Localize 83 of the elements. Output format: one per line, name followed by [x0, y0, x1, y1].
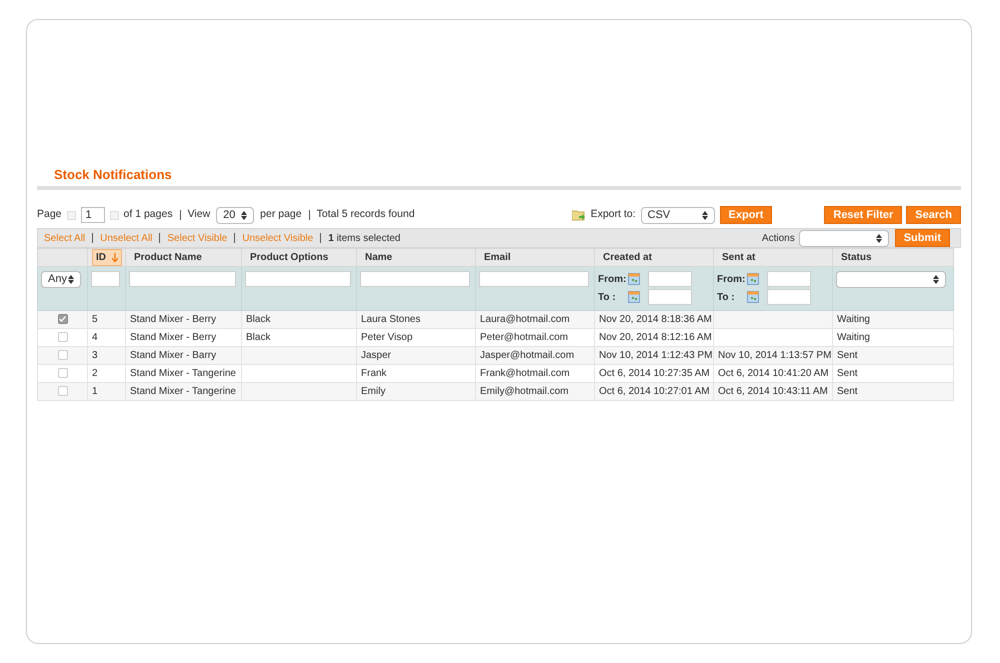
page-input[interactable]: 1 [80, 207, 105, 223]
table-cell: Jasper [361, 350, 392, 361]
filter-input[interactable] [91, 271, 120, 287]
table-row[interactable]: 1 Stand Mixer - Tangerine Emily Emily@hotmail.com Oct 6, 2014 10:27:01 AM Oct 6, 2014 10:43:11 AM Sent [38, 382, 954, 400]
date-filter-label: From: [717, 272, 746, 286]
table-cell: Black [246, 332, 270, 343]
table-row[interactable]: 2 Stand Mixer - Tangerine Frank Frank@hotmail.com Oct 6, 2014 10:27:35 AM Oct 6, 2014 10:41:20 AM Sent [38, 364, 954, 382]
date-filter-label: From: [598, 272, 628, 286]
column-header[interactable]: ID [92, 249, 122, 266]
status-select[interactable] [836, 271, 946, 288]
table-cell: Oct 6, 2014 10:43:11 AM [718, 386, 828, 397]
pager-label: Page [37, 207, 62, 222]
table-cell: Laura@hotmail.com [480, 314, 570, 325]
table-cell: Emily@hotmail.com [480, 386, 569, 397]
table-cell: Peter@hotmail.com [480, 332, 568, 343]
table-cell: Nov 20, 2014 8:18:36 AM [599, 314, 712, 325]
filter-input[interactable] [360, 271, 470, 287]
check-icon [59, 316, 66, 322]
row-checkbox[interactable] [58, 368, 68, 378]
selected-count: 1 items selected [328, 232, 400, 246]
table-cell: Nov 10, 2014 1:13:57 PM [718, 350, 832, 361]
table-cell: Waiting [837, 332, 870, 343]
view-label: View [188, 207, 210, 222]
calendar-icon[interactable] [628, 273, 640, 285]
date-filter-label: To : [717, 290, 736, 304]
table-cell: Laura Stones [361, 314, 420, 325]
table-cell: Frank@hotmail.com [480, 368, 570, 379]
row-checkbox[interactable] [58, 332, 68, 342]
filter-input[interactable] [648, 271, 692, 287]
pager-text: of 1 pages [124, 207, 173, 222]
actions-label: Actions [762, 232, 795, 246]
table-cell: Stand Mixer - Tangerine [130, 386, 236, 397]
calendar-icon[interactable] [747, 273, 759, 285]
table-row[interactable]: 4 Stand Mixer - Berry Black Peter Visop Peter@hotmail.com Nov 20, 2014 8:12:16 AM Waiting [38, 328, 954, 346]
table-cell: Nov 10, 2014 1:12:43 PM [599, 350, 712, 361]
table-row[interactable]: 5 Stand Mixer - Berry Black Laura Stones Laura@hotmail.com Nov 20, 2014 8:18:36 AM Waiting [38, 310, 954, 328]
previous-page-icon[interactable] [66, 210, 76, 220]
table-cell: Frank [361, 368, 387, 379]
table-cell: Sent [837, 386, 858, 397]
folder-icon [572, 209, 586, 221]
table-cell: Stand Mixer - Berry [130, 314, 216, 325]
table-row[interactable]: 3 Stand Mixer - Barry Jasper Jasper@hotmail.com Nov 10, 2014 1:12:43 PM Nov 10, 2014 1:13:57 PM Sent [38, 346, 954, 364]
table-cell: 1 [92, 386, 98, 397]
table-cell: Stand Mixer - Tangerine [130, 368, 236, 379]
records-count: Total 5 records found [316, 207, 415, 222]
table-cell: Sent [837, 368, 858, 379]
actions-select[interactable] [798, 230, 889, 246]
calendar-icon[interactable] [747, 291, 759, 303]
page-title: Stock Notifications [54, 168, 173, 181]
row-checkbox[interactable] [58, 386, 68, 396]
per-page-label: per page [260, 207, 302, 222]
per-page-select[interactable]: 20 [216, 206, 254, 224]
table-cell: 5 [92, 314, 98, 325]
table-cell: Oct 6, 2014 10:41:20 AM [718, 368, 829, 379]
filter-input[interactable] [767, 271, 811, 287]
table-cell: Jasper@hotmail.com [480, 350, 574, 361]
export-format-select[interactable]: CSV [640, 206, 715, 224]
any-select[interactable]: Any [41, 271, 81, 288]
table-cell: Peter Visop [361, 332, 413, 343]
calendar-icon[interactable] [628, 291, 640, 303]
filter-input[interactable] [479, 271, 589, 287]
table-cell: Stand Mixer - Berry [130, 332, 216, 343]
filter-input[interactable] [767, 289, 811, 305]
row-checkbox[interactable] [58, 350, 68, 360]
table-cell: Oct 6, 2014 10:27:35 AM [599, 368, 710, 379]
table-cell: Stand Mixer - Barry [130, 350, 216, 361]
table-cell: Sent [837, 350, 858, 361]
table-cell: Emily [361, 386, 386, 397]
table-cell: Black [246, 314, 270, 325]
table-cell: Nov 20, 2014 8:12:16 AM [599, 332, 712, 343]
export-label: Export to: [590, 207, 636, 222]
filter-input[interactable] [129, 271, 236, 287]
filter-input[interactable] [648, 289, 692, 305]
next-page-icon[interactable] [110, 210, 119, 220]
date-filter-label: To : [598, 290, 617, 304]
row-checkbox[interactable] [58, 314, 68, 324]
table-cell: 2 [92, 368, 98, 379]
table-cell: 3 [92, 350, 98, 361]
table-cell: 4 [92, 332, 98, 343]
table-cell: Waiting [837, 314, 870, 325]
filter-input[interactable] [245, 271, 351, 287]
sort-arrow-icon [112, 253, 118, 262]
table-cell: Oct 6, 2014 10:27:01 AM [599, 386, 710, 397]
